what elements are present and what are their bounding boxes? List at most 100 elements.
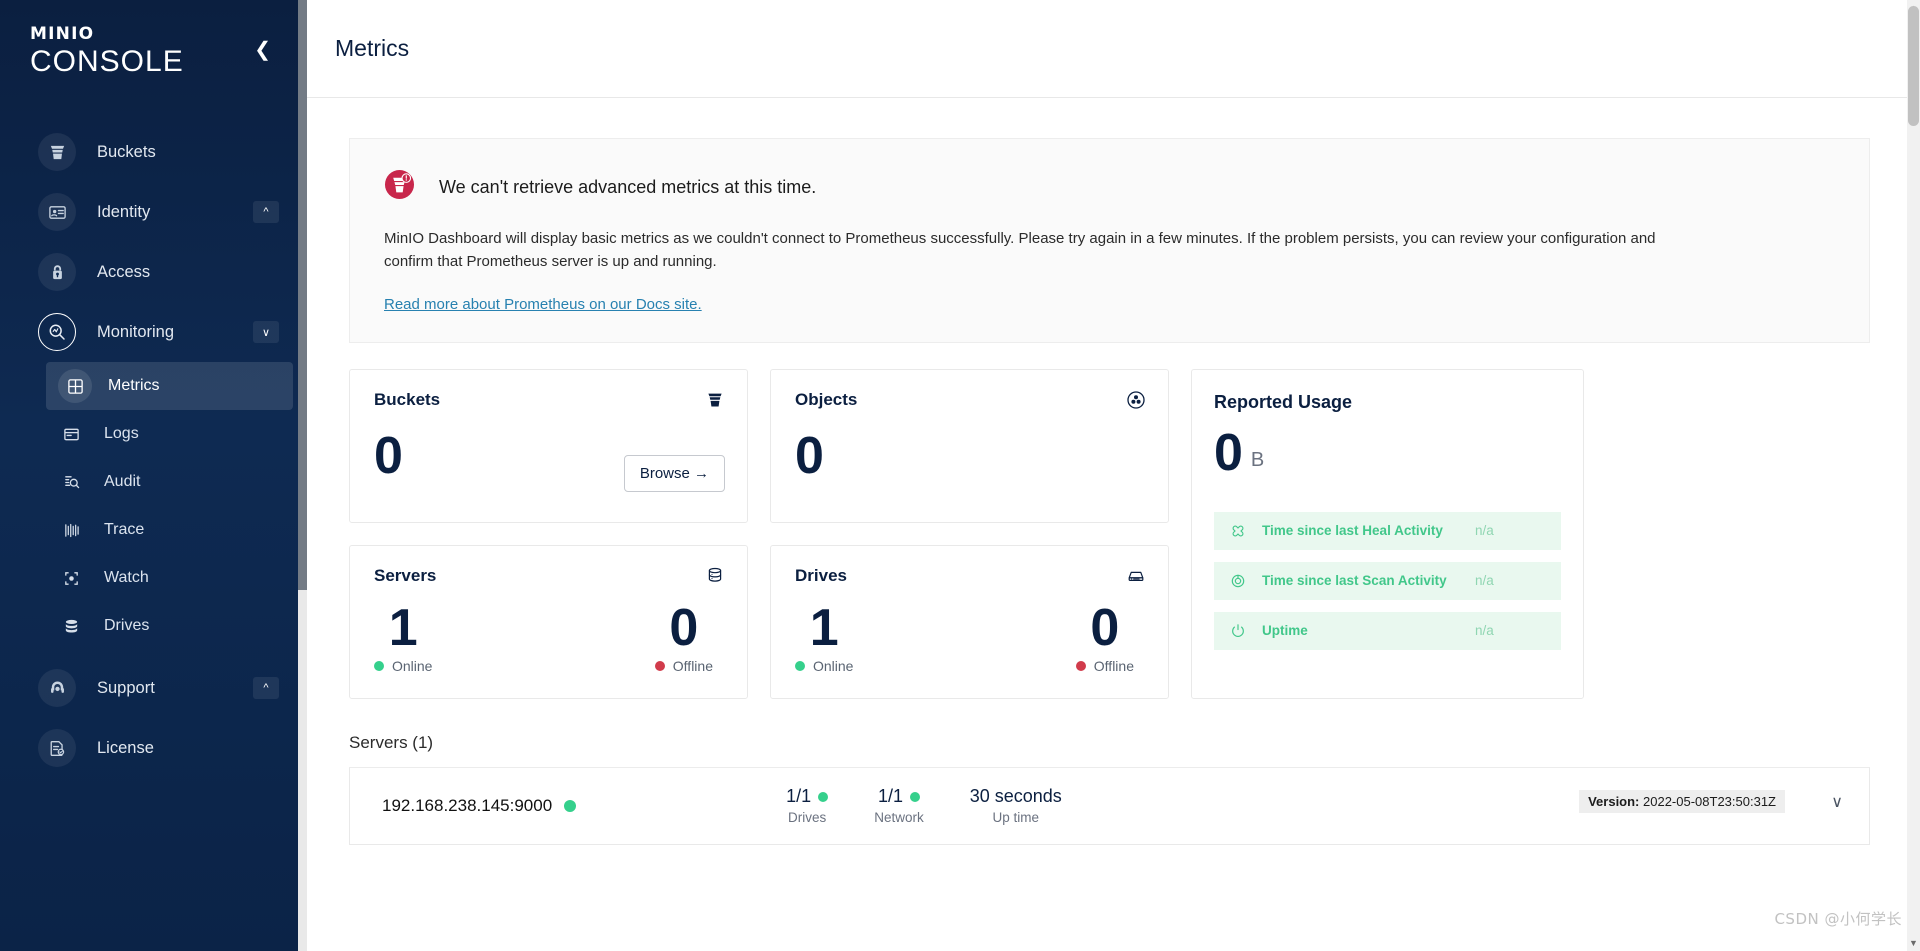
sidebar-item-label: Access <box>97 262 151 281</box>
card-title: Servers <box>374 565 437 585</box>
server-row-stats: 1/1 Drives 1/1 Network 30 seconds Up tim… <box>786 786 1062 825</box>
sidebar-item-watch[interactable]: Watch <box>46 554 293 602</box>
sidebar-item-label: Monitoring <box>97 322 175 341</box>
reported-usage-value-wrap: 0 B <box>1214 426 1561 478</box>
scan-activity-value: n/a <box>1475 573 1494 589</box>
status-dot-offline <box>1075 660 1086 671</box>
chevron-down-icon[interactable]: ∨ <box>253 321 279 343</box>
card-title: Objects <box>795 389 858 409</box>
sidebar-item-label: Audit <box>104 473 141 490</box>
servers-online-label: Online <box>392 657 433 674</box>
sidebar-scrollbar-thumb[interactable] <box>298 0 307 590</box>
reported-usage-title: Reported Usage <box>1214 391 1353 412</box>
heal-activity-row: Time since last Heal Activity n/a <box>1214 511 1561 550</box>
status-dot-online <box>818 791 829 802</box>
page-scrollbar-track[interactable]: ▲ ▼ <box>1907 0 1920 951</box>
server-network-value-wrap: 1/1 <box>878 786 920 807</box>
sidebar-item-monitoring[interactable]: Monitoring ∨ <box>0 302 307 362</box>
sidebar-item-metrics[interactable]: Metrics <box>46 362 293 410</box>
version-value: 2022-05-08T23:50:31Z <box>1643 793 1776 809</box>
monitoring-submenu: Metrics Logs Audit Trace Watch Drives <box>0 362 307 650</box>
sidebar-item-label: Trace <box>104 521 145 538</box>
alert-header: We can't retrieve advanced metrics at th… <box>384 169 1835 205</box>
sidebar-item-label: License <box>97 738 154 757</box>
bucket-icon <box>38 133 76 171</box>
uptime-row: Uptime n/a <box>1214 611 1561 650</box>
version-badge: Version: 2022-05-08T23:50:31Z <box>1579 789 1785 813</box>
drives-offline-count: 0 <box>1090 598 1120 657</box>
servers-online-count: 1 <box>388 598 418 657</box>
dashboard-body: We can't retrieve advanced metrics at th… <box>307 98 1920 951</box>
reported-usage-unit: B <box>1250 448 1265 471</box>
sidebar-item-access[interactable]: Access <box>0 242 307 302</box>
server-network-label: Network <box>874 810 924 825</box>
status-dot-online <box>909 791 920 802</box>
card-title: Drives <box>795 565 847 585</box>
prometheus-alert-banner: We can't retrieve advanced metrics at th… <box>349 138 1870 343</box>
sidebar-item-trace[interactable]: Trace <box>46 506 293 554</box>
sidebar-item-audit[interactable]: Audit <box>46 458 293 506</box>
drives-offline-label-wrap: Offline <box>1075 657 1134 674</box>
servers-offline-count: 0 <box>669 598 699 657</box>
browse-button[interactable]: Browse → <box>623 454 725 492</box>
sidebar-item-label: Watch <box>104 569 149 586</box>
servers-offline-label: Offline <box>672 657 713 674</box>
buckets-card: Buckets 0 Browse → <box>349 368 748 523</box>
objects-count: 0 <box>795 426 824 485</box>
scan-icon <box>1230 573 1246 589</box>
page-scrollbar-thumb[interactable] <box>1908 6 1919 126</box>
drives-online-count: 1 <box>809 598 839 657</box>
watermark: CSDN @小何学长 <box>1774 910 1902 928</box>
scan-activity-label: Time since last Scan Activity <box>1262 573 1447 589</box>
server-list-row[interactable]: 192.168.238.145:9000 1/1 Drives 1/1 Netw… <box>349 766 1870 845</box>
servers-stats: 1 Online 0 Offline <box>374 602 723 674</box>
uptime-value: n/a <box>1475 623 1494 639</box>
heal-activity-label: Time since last Heal Activity <box>1262 523 1443 539</box>
grid-icon <box>58 369 92 403</box>
sidebar-item-identity[interactable]: Identity ^ <box>0 182 307 242</box>
heal-icon <box>1230 523 1246 539</box>
heal-activity-value: n/a <box>1475 523 1494 539</box>
sidebar-item-logs[interactable]: Logs <box>46 410 293 458</box>
monitoring-magnifier-icon <box>38 313 76 351</box>
drive-icon <box>1126 566 1146 591</box>
drives-online-label-wrap: Online <box>795 658 853 674</box>
page-header: Metrics <box>307 0 1920 98</box>
prometheus-docs-link[interactable]: Read more about Prometheus on our Docs s… <box>384 296 702 313</box>
power-icon <box>1230 623 1246 639</box>
identity-card-icon <box>38 193 76 231</box>
watch-icon <box>58 565 84 591</box>
sidebar-item-label: Drives <box>104 617 150 634</box>
sidebar-collapse-icon[interactable]: ❮ <box>254 40 271 60</box>
chevron-up-icon[interactable]: ^ <box>253 677 279 699</box>
server-drives-label: Drives <box>788 810 827 825</box>
server-network-stat: 1/1 Network <box>874 786 924 825</box>
page-title: Metrics <box>335 35 410 61</box>
server-address-wrap: 192.168.238.145:9000 <box>382 796 577 816</box>
app-root: MINIO CONSOLE ❮ Buckets Identity ^ Acces… <box>0 0 1920 951</box>
sidebar-item-buckets[interactable]: Buckets <box>0 122 307 182</box>
sidebar-item-label: Identity <box>97 202 151 221</box>
drives-card: Drives 1 Online 0 Offline <box>770 544 1169 699</box>
metrics-cards-left: Buckets 0 Browse → Objects 0 Servers 1 O… <box>349 368 1169 699</box>
chevron-down-icon[interactable]: ∨ <box>1831 792 1843 812</box>
minio-error-icon <box>384 169 415 205</box>
chevron-up-icon[interactable]: ^ <box>253 201 279 223</box>
lock-icon <box>38 253 76 291</box>
sidebar-item-label: Metrics <box>108 377 160 394</box>
sidebar-item-support[interactable]: Support ^ <box>0 658 307 718</box>
servers-card: Servers 1 Online 0 Offline <box>349 544 748 699</box>
uptime-label: Uptime <box>1262 623 1308 639</box>
version-label: Version: <box>1588 793 1640 809</box>
server-stack-icon <box>705 566 725 591</box>
metrics-cards-grid: Buckets 0 Browse → Objects 0 Servers 1 O… <box>349 368 1870 699</box>
sidebar-item-drives[interactable]: Drives <box>46 602 293 650</box>
scroll-down-arrow[interactable]: ▼ <box>1909 938 1918 948</box>
reported-usage-panel: Reported Usage 0 B Time since last Heal … <box>1191 368 1584 699</box>
drives-offline-label: Offline <box>1093 657 1134 674</box>
logs-icon <box>58 421 84 447</box>
sidebar-scrollbar-track[interactable] <box>298 0 307 951</box>
sidebar-item-license[interactable]: License <box>0 718 307 778</box>
sidebar-nav: Buckets Identity ^ Access Monitoring ∨ M… <box>0 122 307 778</box>
main-content: Metrics We can't retrieve advanced metri… <box>307 0 1920 951</box>
